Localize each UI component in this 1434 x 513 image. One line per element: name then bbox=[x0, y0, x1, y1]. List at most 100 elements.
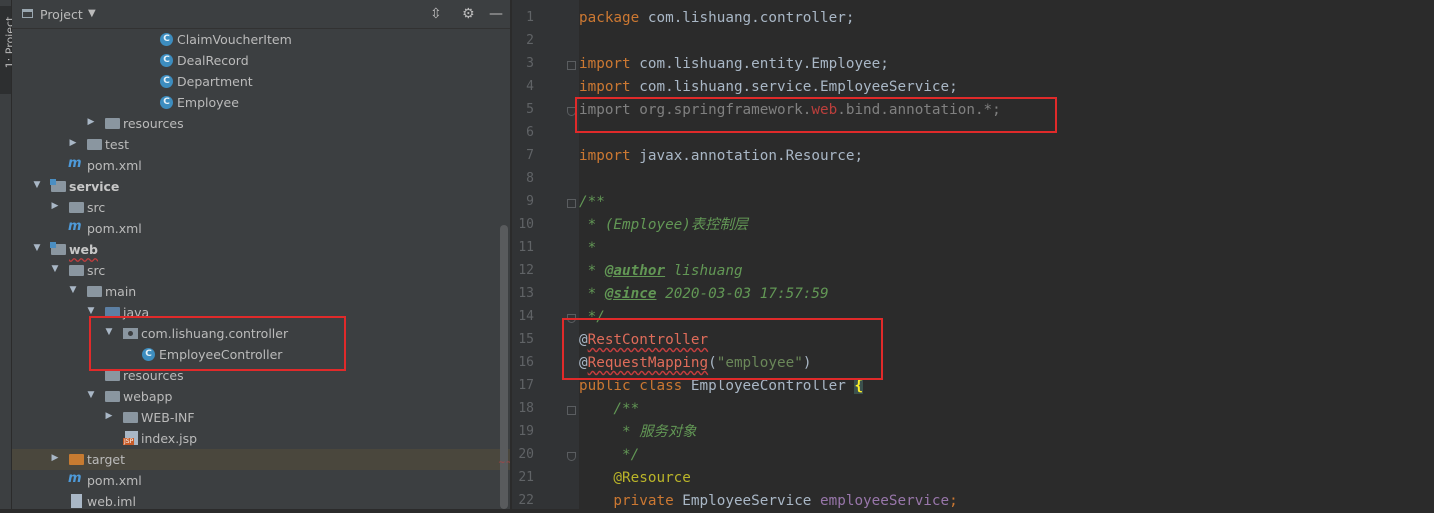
javadoc-tag: @since bbox=[604, 286, 657, 302]
fold-marker-icon[interactable] bbox=[567, 406, 576, 415]
code-line-22: private EmployeeService employeeService; bbox=[579, 490, 958, 513]
tree-item-pom-xml[interactable]: m pom.xml bbox=[12, 470, 510, 491]
tree-item-web-iml[interactable]: web.iml bbox=[12, 491, 510, 509]
chevron-down-icon[interactable]: ▼ bbox=[86, 306, 96, 316]
line-number: 20 bbox=[518, 447, 534, 462]
keyword: private bbox=[579, 493, 674, 509]
tree-item-employee[interactable]: C Employee bbox=[12, 92, 510, 113]
tree-item-label: WEB-INF bbox=[141, 410, 195, 425]
tree-item-label: src bbox=[87, 200, 106, 215]
folder-icon bbox=[87, 139, 102, 150]
matched-brace: { bbox=[854, 378, 864, 394]
gear-icon[interactable]: ⚙ bbox=[462, 6, 475, 22]
code-line-21: @Resource bbox=[579, 470, 691, 486]
keyword: import bbox=[579, 148, 631, 164]
code-text: ; bbox=[949, 493, 958, 509]
module-folder-icon bbox=[50, 242, 66, 255]
chevron-down-icon[interactable]: ▼ bbox=[50, 264, 60, 274]
tree-item-claimvoucheritem[interactable]: C ClaimVoucherItem bbox=[12, 29, 510, 50]
tree-item-label: index.jsp bbox=[141, 431, 198, 446]
chevron-right-icon[interactable]: ▶ bbox=[86, 117, 96, 127]
code-text: com.lishuang.controller; bbox=[639, 10, 855, 26]
iml-file-icon bbox=[71, 494, 82, 508]
code-text: 2020-03-03 17:57:59 bbox=[656, 286, 829, 302]
tree-item-label: main bbox=[105, 284, 137, 299]
tree-item-src[interactable]: ▼ src bbox=[12, 260, 510, 281]
hide-icon[interactable]: — bbox=[489, 6, 503, 22]
folder-icon bbox=[69, 265, 84, 276]
line-number: 14 bbox=[518, 309, 534, 324]
tree-item-web[interactable]: ▼ web bbox=[12, 239, 510, 260]
line-number: 8 bbox=[526, 171, 534, 186]
tree-item-webapp[interactable]: ▼ webapp bbox=[12, 386, 510, 407]
line-number: 12 bbox=[518, 263, 534, 278]
project-view-selector[interactable]: Project bbox=[40, 7, 83, 22]
tree-item-service[interactable]: ▼ service bbox=[12, 176, 510, 197]
tree-item-department[interactable]: C Department bbox=[12, 71, 510, 92]
line-number: 21 bbox=[518, 470, 534, 485]
fold-marker-icon[interactable] bbox=[567, 199, 576, 208]
line-number: 13 bbox=[518, 286, 534, 301]
chevron-right-icon[interactable]: ▶ bbox=[50, 201, 60, 211]
line-number: 6 bbox=[526, 125, 534, 140]
highlight-box-annotations bbox=[562, 318, 883, 380]
tree-item-main[interactable]: ▼ main bbox=[12, 281, 510, 302]
tree-item-index-jsp[interactable]: JSP index.jsp bbox=[12, 428, 510, 449]
maven-icon: m bbox=[68, 471, 82, 486]
folder-icon bbox=[123, 412, 138, 423]
fold-marker-icon[interactable] bbox=[567, 61, 576, 70]
class-icon: C bbox=[160, 96, 173, 109]
fold-marker-icon[interactable] bbox=[567, 452, 576, 461]
code-line-4: import com.lishuang.service.EmployeeServ… bbox=[579, 76, 958, 99]
project-tool-tab[interactable]: 1: Project bbox=[0, 6, 16, 94]
tree-item-resources[interactable]: ▶ resources bbox=[12, 113, 510, 134]
project-panel-header: Project ▼ ⇳ ⚙ — bbox=[12, 0, 510, 29]
chevron-down-icon[interactable]: ▼ bbox=[68, 285, 78, 295]
line-number: 17 bbox=[518, 378, 534, 393]
code-text: EmployeeController bbox=[682, 378, 855, 394]
line-number: 15 bbox=[518, 332, 534, 347]
line-number: 10 bbox=[518, 217, 534, 232]
line-number: 18 bbox=[518, 401, 534, 416]
tree-item-label: test bbox=[105, 137, 130, 152]
tool-window-strip: 1: Project bbox=[0, 0, 16, 509]
collapse-all-icon[interactable]: ⇳ bbox=[430, 6, 442, 22]
tree-item-pom-xml[interactable]: m pom.xml bbox=[12, 155, 510, 176]
line-number: 9 bbox=[526, 194, 534, 209]
chevron-down-icon[interactable]: ▼ bbox=[32, 243, 42, 253]
chevron-down-icon[interactable]: ▼ bbox=[88, 8, 96, 19]
module-folder-icon bbox=[50, 179, 66, 192]
line-number: 19 bbox=[518, 424, 534, 439]
code-line-20: */ bbox=[579, 447, 640, 463]
code-line-11: * bbox=[579, 240, 597, 256]
tree-item-target[interactable]: ▶ target bbox=[12, 449, 510, 470]
tree-item-web-inf[interactable]: ▶ WEB-INF bbox=[12, 407, 510, 428]
tree-item-label: Employee bbox=[177, 95, 239, 110]
code-editor[interactable]: package com.lishuang.controller; import … bbox=[562, 0, 1434, 509]
highlight-box-controller bbox=[89, 316, 346, 371]
chevron-right-icon[interactable]: ▶ bbox=[50, 453, 60, 463]
tree-item-label: Department bbox=[177, 74, 253, 89]
project-panel: Project ▼ ⇳ ⚙ — C ClaimVoucherItem C Dea… bbox=[12, 0, 510, 509]
line-number: 5 bbox=[526, 102, 534, 117]
code-text: EmployeeService bbox=[673, 493, 821, 509]
tree-item-test[interactable]: ▶ test bbox=[12, 134, 510, 155]
chevron-down-icon[interactable]: ▼ bbox=[86, 390, 96, 400]
tree-item-dealrecord[interactable]: C DealRecord bbox=[12, 50, 510, 71]
line-number: 1 bbox=[526, 10, 534, 25]
chevron-down-icon[interactable]: ▼ bbox=[32, 180, 42, 190]
code-line-19: * 服务对象 bbox=[579, 424, 697, 440]
tree-item-label: pom.xml bbox=[87, 221, 142, 236]
javadoc-tag: @author bbox=[604, 263, 666, 279]
tree-item-src[interactable]: ▶ src bbox=[12, 197, 510, 218]
chevron-right-icon[interactable]: ▶ bbox=[68, 138, 78, 148]
class-icon: C bbox=[160, 54, 173, 67]
line-number: 4 bbox=[526, 79, 534, 94]
editor-gutter: 1 2 3 4 5 6 7 8 9 10 11 12 13 14 15 16 1… bbox=[511, 0, 580, 509]
tree-item-label: web.iml bbox=[87, 494, 136, 509]
chevron-right-icon[interactable]: ▶ bbox=[104, 411, 114, 421]
keyword: package bbox=[579, 10, 640, 26]
line-number: 2 bbox=[526, 33, 534, 48]
code-text: lishuang bbox=[665, 263, 743, 279]
tree-item-pom-xml[interactable]: m pom.xml bbox=[12, 218, 510, 239]
